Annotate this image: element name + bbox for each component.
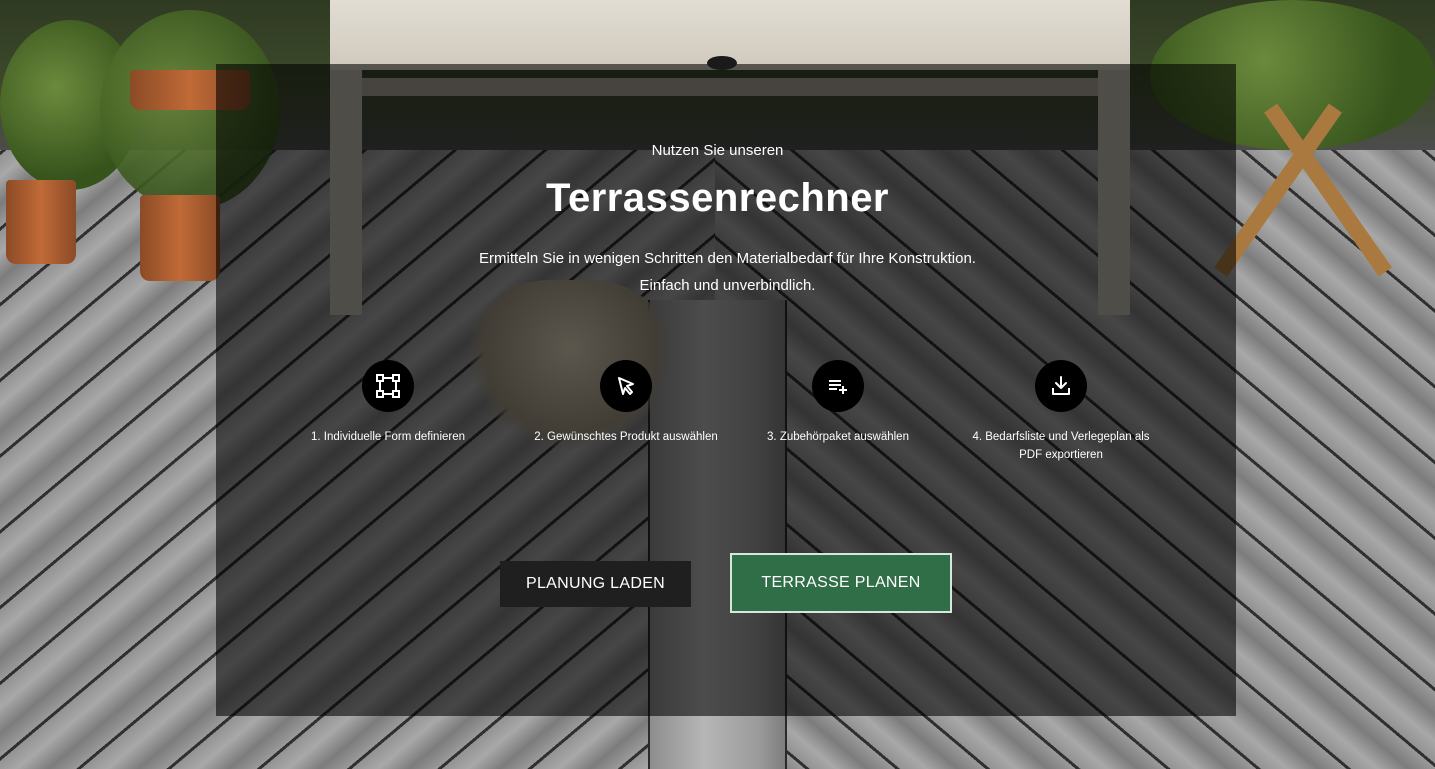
download-icon bbox=[1035, 360, 1087, 412]
step-label: 4. Bedarfsliste und Verlegeplan als PDF … bbox=[972, 431, 1150, 461]
step-select-accessories: 3. Zubehörpaket auswählen bbox=[738, 360, 938, 446]
step-define-shape: 1. Individuelle Form definieren bbox=[288, 360, 488, 446]
step-label: 1. Individuelle Form definieren bbox=[310, 431, 466, 443]
page-title: Terrassenrechner bbox=[546, 176, 889, 220]
load-planning-button[interactable]: PLANUNG LADEN bbox=[500, 561, 691, 607]
step-label: 3. Zubehörpaket auswählen bbox=[767, 431, 909, 443]
plan-terrace-button[interactable]: TERRASSE PLANEN bbox=[730, 553, 952, 613]
step-label: 2. Gewünschtes Produkt auswählen bbox=[534, 431, 718, 443]
cursor-pointer-icon bbox=[600, 360, 652, 412]
steps-list: 1. Individuelle Form definieren 2. Gewün… bbox=[300, 360, 1160, 500]
hero-subtitle: Ermitteln Sie in wenigen Schritten den M… bbox=[479, 250, 976, 294]
shape-select-icon bbox=[362, 360, 414, 412]
hero-intro: Nutzen Sie unseren bbox=[651, 142, 784, 159]
step-select-product: 2. Gewünschtes Produkt auswählen bbox=[526, 360, 726, 446]
playlist-add-icon bbox=[812, 360, 864, 412]
step-export-pdf: 4. Bedarfsliste und Verlegeplan als PDF … bbox=[961, 360, 1161, 464]
bench-knob bbox=[707, 56, 737, 70]
